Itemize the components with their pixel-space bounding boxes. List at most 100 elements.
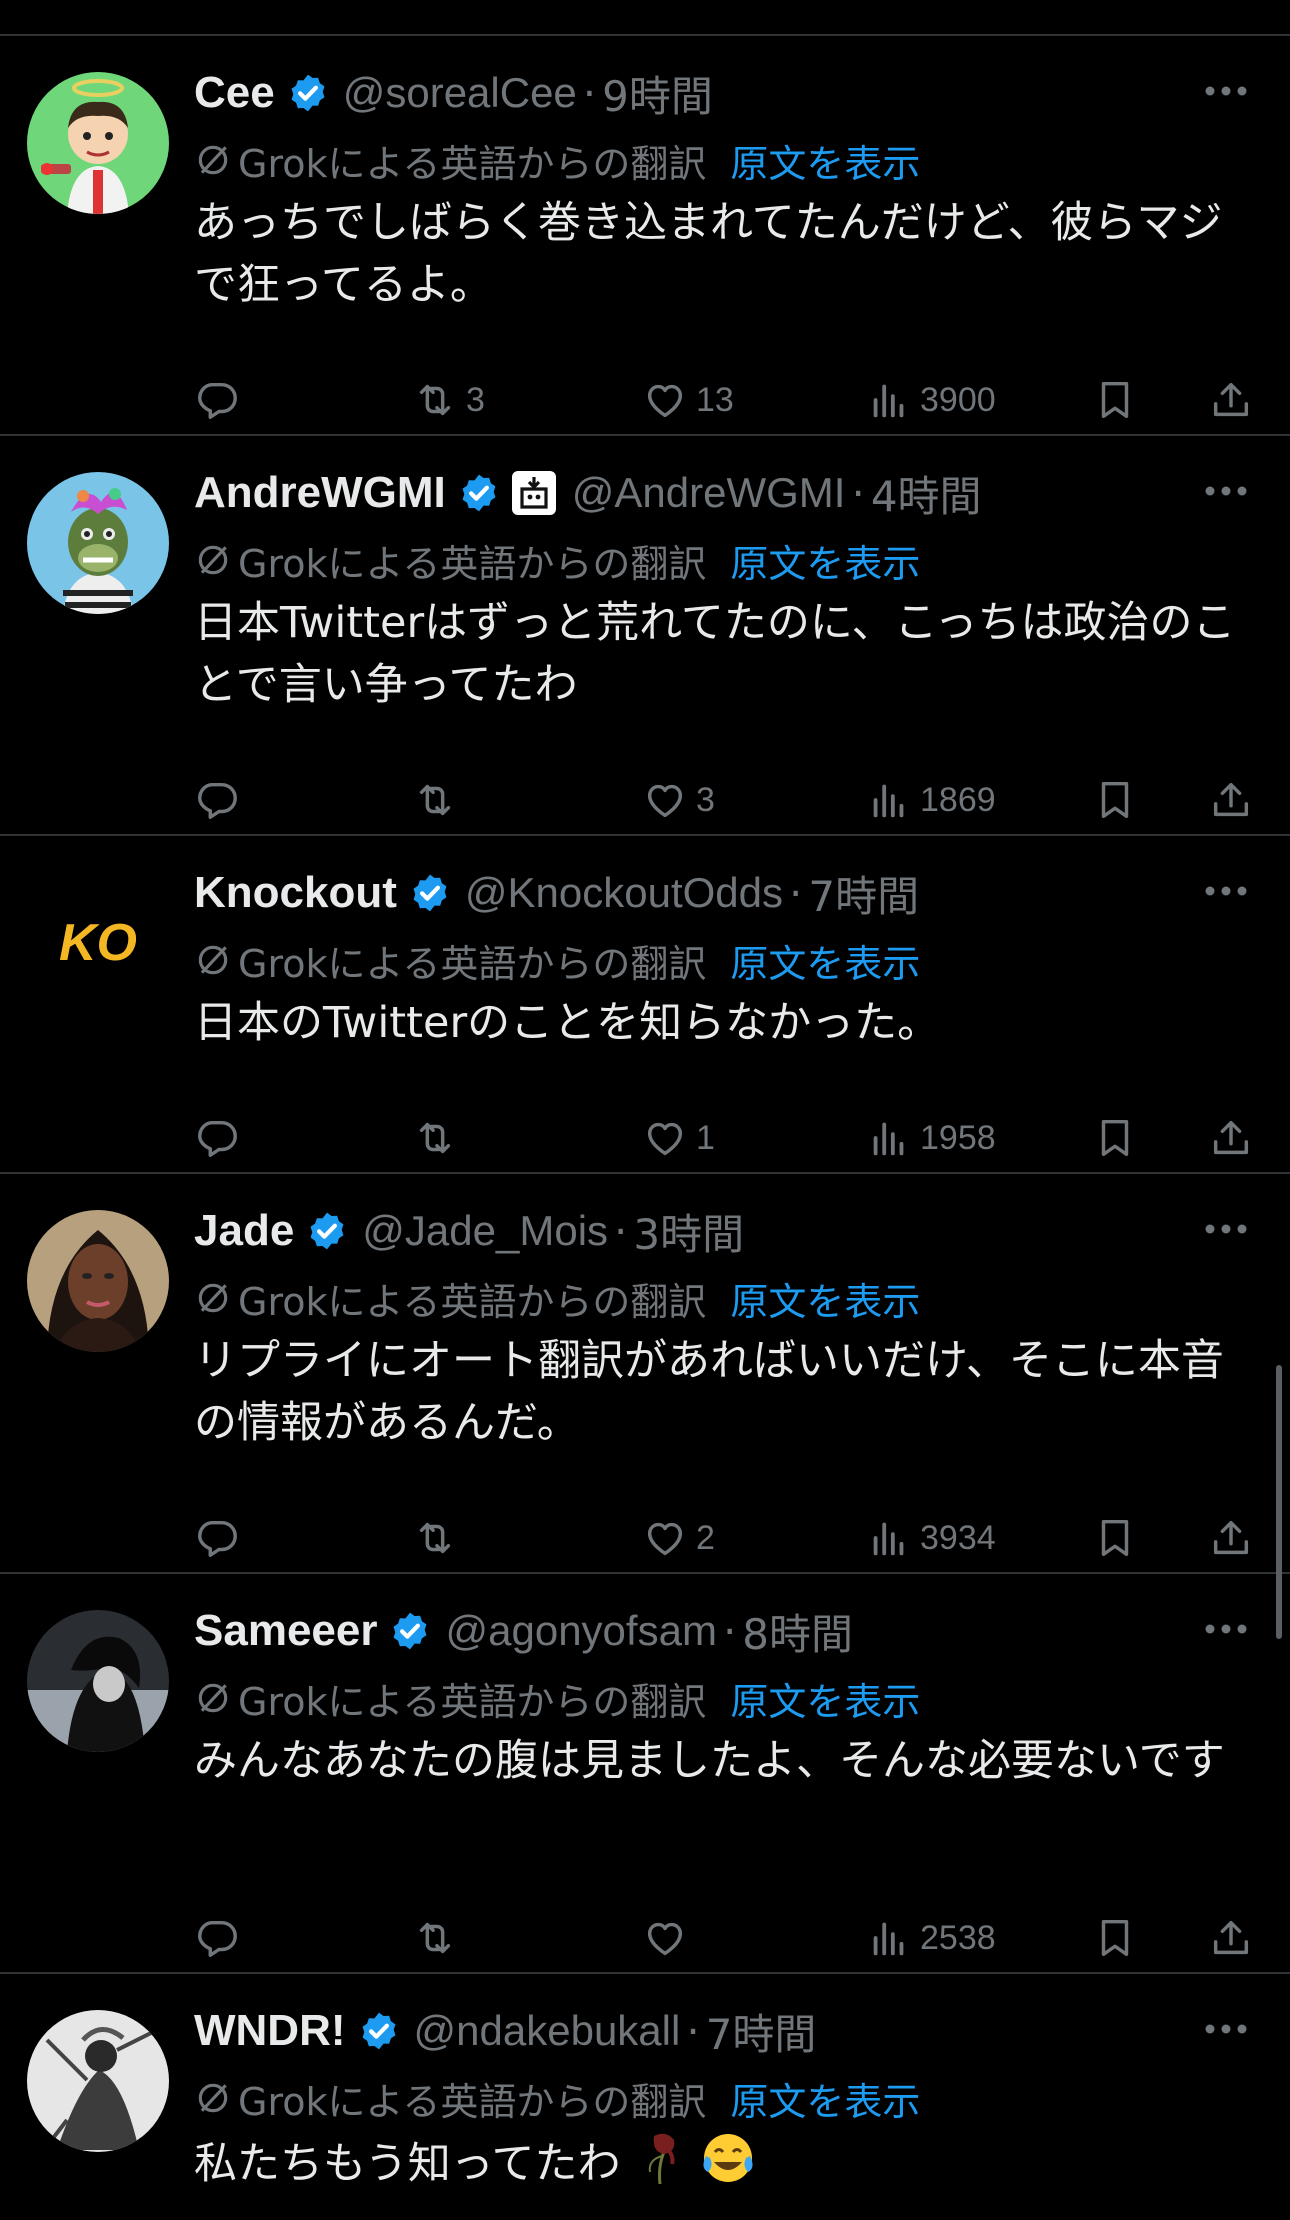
show-original-link[interactable]: 原文を表示	[730, 1671, 920, 1726]
post-text: 私たちもう知ってたわ	[194, 2139, 621, 2189]
more-options-icon[interactable]	[1196, 1614, 1256, 1644]
woman-portrait-avatar[interactable]	[27, 1210, 169, 1352]
translation-label: Grokによる英語からの翻訳	[238, 141, 707, 186]
repost-icon	[419, 1122, 451, 1154]
like-button[interactable]	[642, 1910, 696, 1966]
views-button[interactable]: 3934	[866, 1510, 996, 1566]
view-count: 1869	[920, 780, 996, 819]
user-handle[interactable]: @sorealCee	[343, 69, 577, 117]
like-button[interactable]: 13	[642, 372, 734, 428]
user-handle[interactable]: @agonyofsam	[445, 1607, 716, 1655]
sketch-warrior-avatar[interactable]	[27, 2010, 169, 2152]
time-separator: ·	[582, 68, 597, 118]
user-handle[interactable]: @Jade_Mois	[362, 1207, 608, 1255]
display-name[interactable]: AndreWGMI	[194, 468, 446, 518]
post-time[interactable]: 3時間	[633, 1201, 744, 1262]
reply-button[interactable]	[194, 1910, 248, 1966]
post-time[interactable]: 8時間	[742, 1601, 853, 1662]
post-time[interactable]: 7時間	[706, 2001, 817, 2062]
grok-slash-icon	[194, 941, 232, 979]
translation-row: Grokによる英語からの翻訳 原文を表示	[194, 532, 920, 588]
heart-icon	[647, 384, 683, 418]
post[interactable]: Jade @Jade_Mois · 3時間 Grokによる英語からの翻訳 原文を…	[0, 1174, 1290, 1574]
verified-badge-icon	[409, 872, 451, 914]
more-options-icon[interactable]	[1196, 876, 1256, 906]
user-handle[interactable]: @KnockoutOdds	[465, 869, 783, 917]
share-button[interactable]	[1208, 372, 1254, 428]
post-actions: 2538	[194, 1910, 1264, 1966]
post[interactable]: KO Knockout @KnockoutOdds · 7時間 Grokによる英…	[0, 836, 1290, 1174]
time-separator: ·	[789, 868, 803, 918]
affiliate-badge-icon[interactable]	[510, 469, 558, 517]
user-handle[interactable]: @ndakebukall	[414, 2007, 681, 2055]
reply-button[interactable]	[194, 372, 248, 428]
reply-button[interactable]	[194, 1110, 248, 1166]
display-name[interactable]: Cee	[194, 68, 275, 118]
show-original-link[interactable]: 原文を表示	[730, 1271, 920, 1326]
post-time[interactable]: 7時間	[808, 863, 919, 924]
views-button[interactable]: 3900	[866, 372, 996, 428]
post-time[interactable]: 9時間	[602, 63, 713, 124]
repost-count: 3	[466, 380, 485, 419]
like-button[interactable]: 2	[642, 1510, 715, 1566]
ko-logo-avatar[interactable]: KO	[27, 872, 169, 1014]
scrollbar[interactable]	[1276, 1365, 1282, 1639]
repost-button[interactable]: 3	[412, 372, 485, 428]
show-original-link[interactable]: 原文を表示	[730, 533, 920, 588]
bookmark-button[interactable]	[1092, 372, 1138, 428]
more-options-icon[interactable]	[1196, 476, 1256, 506]
show-original-link[interactable]: 原文を表示	[730, 2071, 920, 2126]
display-name[interactable]: Knockout	[194, 868, 397, 918]
post-header: Knockout @KnockoutOdds · 7時間	[194, 864, 1194, 922]
show-original-link[interactable]: 原文を表示	[730, 133, 920, 188]
repost-button[interactable]	[412, 1110, 466, 1166]
ape-nft-avatar[interactable]	[27, 472, 169, 614]
translation-label: Grokによる英語からの翻訳	[238, 1279, 707, 1324]
like-button[interactable]: 3	[642, 772, 715, 828]
share-icon	[1213, 1920, 1249, 1955]
views-button[interactable]: 1958	[866, 1110, 996, 1166]
reply-button[interactable]	[194, 1510, 248, 1566]
post-header: Jade @Jade_Mois · 3時間	[194, 1202, 1194, 1260]
post[interactable]: WNDR! @ndakebukall · 7時間 Grokによる英語からの翻訳 …	[0, 1974, 1290, 2220]
grok-slash-icon	[194, 1679, 232, 1717]
bookmark-button[interactable]	[1092, 1910, 1138, 1966]
post[interactable]: Cee @sorealCee · 9時間 Grokによる英語からの翻訳 原文を表…	[0, 36, 1290, 436]
cartoon-angel-avatar[interactable]	[27, 72, 169, 214]
more-options-icon[interactable]	[1196, 76, 1256, 106]
repost-icon	[419, 384, 451, 416]
share-icon	[1213, 1120, 1249, 1155]
like-button[interactable]: 1	[642, 1110, 715, 1166]
share-button[interactable]	[1208, 1110, 1254, 1166]
display-name[interactable]: Sameeer	[194, 1606, 377, 1656]
post-time[interactable]: 4時間	[871, 463, 982, 524]
more-options-icon[interactable]	[1196, 2014, 1256, 2044]
bookmark-button[interactable]	[1092, 772, 1138, 828]
views-button[interactable]: 1869	[866, 772, 996, 828]
repost-button[interactable]	[412, 1510, 466, 1566]
dark-anime-avatar[interactable]	[27, 1610, 169, 1752]
bookmark-icon	[1101, 1519, 1129, 1557]
heart-icon	[647, 784, 683, 818]
repost-button[interactable]	[412, 772, 466, 828]
share-icon	[1213, 382, 1249, 417]
show-original-link[interactable]: 原文を表示	[730, 933, 920, 988]
bookmark-button[interactable]	[1092, 1110, 1138, 1166]
bookmark-button[interactable]	[1092, 1510, 1138, 1566]
share-button[interactable]	[1208, 772, 1254, 828]
post-text: みんなあなたの腹は見ましたよ、そんな必要ないです	[194, 1736, 1225, 1786]
verified-badge-icon	[458, 472, 500, 514]
display-name[interactable]: Jade	[194, 1206, 294, 1256]
tears-of-joy-emoji-icon	[700, 2130, 756, 2203]
reply-button[interactable]	[194, 772, 248, 828]
share-button[interactable]	[1208, 1510, 1254, 1566]
repost-button[interactable]	[412, 1910, 466, 1966]
bookmark-icon	[1101, 381, 1129, 419]
post[interactable]: Sameeer @agonyofsam · 8時間 Grokによる英語からの翻訳…	[0, 1574, 1290, 1974]
display-name[interactable]: WNDR!	[194, 2006, 346, 2056]
user-handle[interactable]: @AndreWGMI	[572, 469, 846, 517]
views-button[interactable]: 2538	[866, 1910, 996, 1966]
post[interactable]: AndreWGMI @AndreWGMI · 4時間 Grokによる英語からの翻…	[0, 436, 1290, 836]
share-button[interactable]	[1208, 1910, 1254, 1966]
more-options-icon[interactable]	[1196, 1214, 1256, 1244]
